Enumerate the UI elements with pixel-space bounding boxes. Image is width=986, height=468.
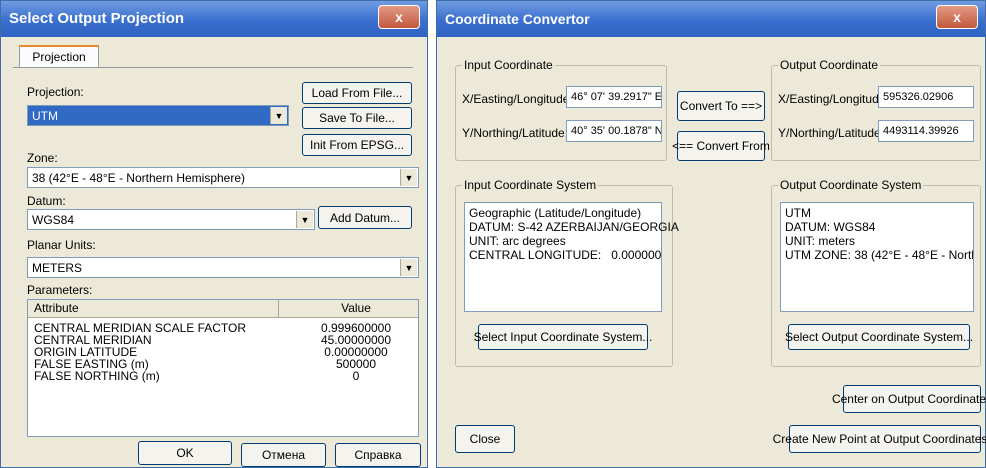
input-x-value: 46° 07' 39.2917" E	[571, 91, 662, 103]
input-x-field[interactable]: 46° 07' 39.2917" E	[566, 86, 662, 108]
input-cs-description: Geographic (Latitude/Longitude) DATUM: S…	[464, 202, 679, 312]
input-y-field[interactable]: 40° 35' 00.1878" N	[566, 120, 662, 142]
left-window-title: Select Output Projection	[9, 10, 185, 27]
chevron-down-icon[interactable]: ▼	[400, 259, 417, 276]
zone-select[interactable]: 38 (42°E - 48°E - Northern Hemisphere) ▼	[27, 167, 419, 188]
output-coordinate-system-group: Output Coordinate System UTM DATUM: WGS8…	[771, 178, 981, 367]
input-y-label: Y/Northing/Latitude:	[462, 126, 569, 140]
datum-select[interactable]: WGS84 ▼	[27, 209, 315, 230]
save-to-file-button[interactable]: Save To File...	[302, 107, 412, 129]
tab-projection[interactable]: Projection	[19, 45, 99, 67]
output-coordinate-group: Output Coordinate X/Easting/Longitude: 5…	[771, 58, 981, 161]
input-y-value: 40° 35' 00.1878" N	[571, 125, 662, 137]
input-x-label: X/Easting/Longitude:	[462, 92, 573, 106]
planar-units-select[interactable]: METERS ▼	[27, 257, 419, 278]
close-button[interactable]: Close	[455, 425, 515, 453]
coordinate-convertor-window: Coordinate Convertor x Input Coordinate …	[436, 0, 986, 468]
planar-units-label: Planar Units:	[27, 238, 96, 252]
chevron-down-icon[interactable]: ▼	[400, 169, 417, 186]
projection-value: UTM	[32, 108, 58, 123]
output-cs-description: UTM DATUM: WGS84 UNIT: meters UTM ZONE: …	[780, 202, 974, 312]
select-output-projection-window: Select Output Projection x Projection Pr…	[0, 0, 428, 468]
parameters-label: Parameters:	[27, 283, 93, 297]
zone-value: 38 (42°E - 48°E - Northern Hemisphere)	[32, 170, 246, 185]
right-close-icon[interactable]: x	[936, 5, 978, 29]
help-button[interactable]: Справка	[335, 443, 421, 467]
right-client-area: Input Coordinate X/Easting/Longitude: 46…	[441, 39, 986, 463]
projection-select[interactable]: UTM ▼	[27, 105, 289, 126]
cancel-button[interactable]: Отмена	[241, 443, 326, 467]
table-header: Attribute Value	[28, 300, 418, 318]
input-coordinate-group: Input Coordinate X/Easting/Longitude: 46…	[455, 58, 667, 161]
init-from-epsg-button[interactable]: Init From EPSG...	[302, 134, 412, 156]
add-datum-button[interactable]: Add Datum...	[318, 206, 412, 229]
select-input-cs-button[interactable]: Select Input Coordinate System...	[474, 324, 652, 350]
column-header-attribute[interactable]: Attribute	[34, 301, 79, 315]
left-close-icon[interactable]: x	[378, 5, 420, 29]
table-row-value: 0	[352, 369, 360, 383]
output-x-value: 595326.02906	[883, 91, 954, 103]
load-from-file-button[interactable]: Load From File...	[302, 82, 412, 104]
table-row-attribute: FALSE NORTHING (m)	[34, 369, 160, 383]
select-output-cs-button[interactable]: Select Output Coordinate System...	[785, 324, 973, 350]
convert-to-button[interactable]: Convert To ==>	[677, 91, 765, 121]
input-cs-legend: Input Coordinate System	[462, 178, 599, 192]
parameters-table[interactable]: Attribute Value CENTRAL MERIDIAN SCALE F…	[27, 299, 419, 437]
center-on-output-button[interactable]: Center on Output Coordinates	[832, 385, 986, 413]
output-y-value: 4493114.39926	[883, 125, 959, 137]
right-window-title: Coordinate Convertor	[445, 11, 590, 27]
planar-units-value: METERS	[32, 260, 83, 275]
output-x-label: X/Easting/Longitude:	[778, 92, 889, 106]
zone-label: Zone:	[27, 151, 58, 165]
input-coordinate-system-group: Input Coordinate System Geographic (Lati…	[455, 178, 679, 367]
output-x-field[interactable]: 595326.02906	[878, 86, 974, 108]
datum-value: WGS84	[32, 212, 75, 227]
left-client-area: Projection Projection: UTM ▼ Load From F…	[5, 39, 423, 467]
column-header-value[interactable]: Value	[306, 301, 406, 315]
chevron-down-icon[interactable]: ▼	[296, 211, 313, 228]
output-y-field[interactable]: 4493114.39926	[878, 120, 974, 142]
input-coordinate-legend: Input Coordinate	[462, 58, 555, 72]
output-coordinate-legend: Output Coordinate	[778, 58, 881, 72]
datum-label: Datum:	[27, 194, 66, 208]
chevron-down-icon[interactable]: ▼	[270, 107, 287, 124]
output-y-label: Y/Northing/Latitude:	[778, 126, 885, 140]
ok-button[interactable]: OK	[138, 441, 232, 465]
column-separator	[278, 300, 279, 317]
output-cs-legend: Output Coordinate System	[778, 178, 924, 192]
projection-label: Projection:	[27, 85, 84, 99]
create-new-point-button[interactable]: Create New Point at Output Coordinates..…	[773, 425, 986, 453]
convert-from-button[interactable]: <== Convert From	[672, 131, 770, 161]
left-titlebar: Select Output Projection x	[1, 1, 427, 37]
tab-divider	[13, 67, 413, 68]
right-titlebar: Coordinate Convertor x	[437, 1, 985, 37]
